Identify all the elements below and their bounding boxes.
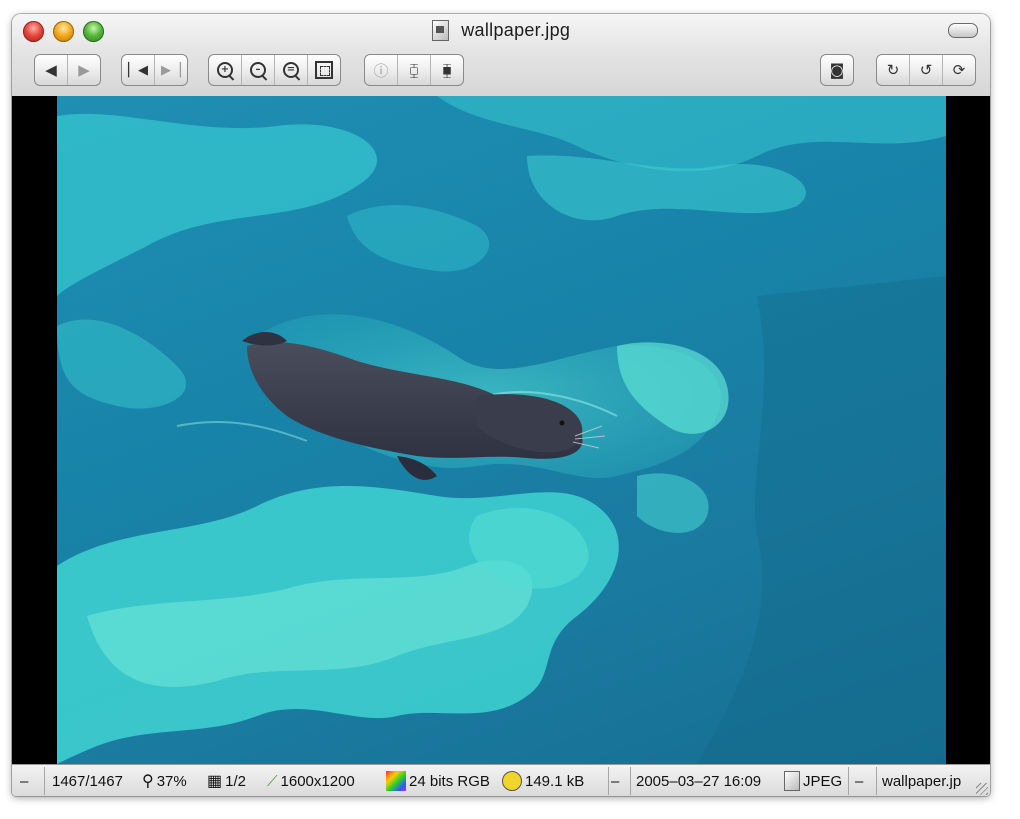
file-date: 2005–03–27 16:09 [636,772,762,790]
screen-capture-button[interactable]: ◙ [821,55,853,85]
image-position: 1467/1467 [52,772,123,790]
page-indicator: ▦ 1/2 [207,772,246,791]
rotate-left-button[interactable]: ↺ [910,55,943,85]
rotate-counterclockwise-icon: ↺ [919,61,933,79]
jump-segment: ▏◀ ▶▕ [121,54,188,86]
flip-button[interactable]: ⟳ [943,55,975,85]
status-bar: – 1467/1467 ⚲ 37% ▦ 1/2 ⟋ 1600x1200 24 b… [12,764,990,796]
seal-swimming-photo [57,96,946,764]
stopwatch-icon [502,771,522,791]
zoom-level: ⚲ 37% [142,772,187,791]
title-bar: wallpaper.jpg [12,20,990,41]
refresh-arrows-icon: ⟳ [952,61,966,79]
image-dimensions: ⟋ 1600x1200 [267,772,355,790]
file-size: 149.1 kB [502,765,584,796]
ruler-icon: ⟋ [267,772,278,790]
toolbar: ◀ ▶ ▏◀ ▶▕ + – = ⓘ ⧮ ⧯ ◙ ↻ ↺ ⟳ [12,54,990,86]
triangle-left-icon: ◀ [45,61,57,79]
info-circle-icon: ⓘ [373,61,389,80]
zoom-actual-icon: = [283,62,299,78]
jpeg-file-icon [784,771,800,791]
triangle-right-icon: ▶ [78,61,90,79]
zoom-segment: + – = [208,54,341,86]
previous-button[interactable]: ◀ [35,55,68,85]
title-toolbar-area: wallpaper.jpg ◀ ▶ ▏◀ ▶▕ + – = ⓘ ⧮ ⧯ ◙ ↻ … [12,14,990,97]
zoom-in-icon: + [217,62,233,78]
image-viewer-window: wallpaper.jpg ◀ ▶ ▏◀ ▶▕ + – = ⓘ ⧮ ⧯ ◙ ↻ … [12,14,990,796]
first-image-button[interactable]: ▏◀ [122,55,155,85]
view-segment: ⓘ ⧮ ⧯ [364,54,464,86]
compare-columns-icon: ⧯ [442,61,452,79]
compare-button[interactable]: ⧮ [398,55,431,85]
color-grid-icon [386,771,406,791]
rotate-segment: ↻ ↺ ⟳ [876,54,976,86]
toolbar-toggle-button[interactable] [948,23,978,38]
compare-alt-button[interactable]: ⧯ [431,55,463,85]
rotate-right-button[interactable]: ↻ [877,55,910,85]
photo-artwork [57,96,946,764]
capture-segment: ◙ [820,54,854,86]
compare-sliders-icon: ⧮ [409,61,419,79]
window-title: wallpaper.jpg [461,20,571,40]
file-format: JPEG [784,765,842,796]
color-depth: 24 bits RGB [386,765,490,796]
collapse-left-button[interactable]: – [20,765,28,796]
collapse-right-button[interactable]: – [855,765,863,796]
zoom-in-button[interactable]: + [209,55,242,85]
zoom-actual-size-button[interactable]: = [275,55,308,85]
info-button[interactable]: ⓘ [365,55,398,85]
magnifier-icon: ⚲ [142,773,154,790]
collapse-mid-button[interactable]: – [611,765,619,796]
last-image-button[interactable]: ▶▕ [155,55,187,85]
zoom-to-fit-button[interactable] [308,55,340,85]
skip-to-start-icon: ▏◀ [128,62,148,78]
document-proxy-icon[interactable] [431,20,449,41]
zoom-out-icon: – [250,62,266,78]
skip-to-end-icon: ▶▕ [161,62,181,78]
next-button[interactable]: ▶ [68,55,100,85]
zoom-out-button[interactable]: – [242,55,275,85]
film-strip-icon: ▦ [207,773,223,790]
rotate-clockwise-icon: ↻ [886,61,900,79]
fit-to-window-icon [315,61,333,79]
file-name: wallpaper.jp [882,772,962,790]
image-canvas[interactable] [12,96,990,764]
camera-icon: ◙ [829,61,845,79]
navigation-segment: ◀ ▶ [34,54,101,86]
resize-grip[interactable] [976,783,988,795]
